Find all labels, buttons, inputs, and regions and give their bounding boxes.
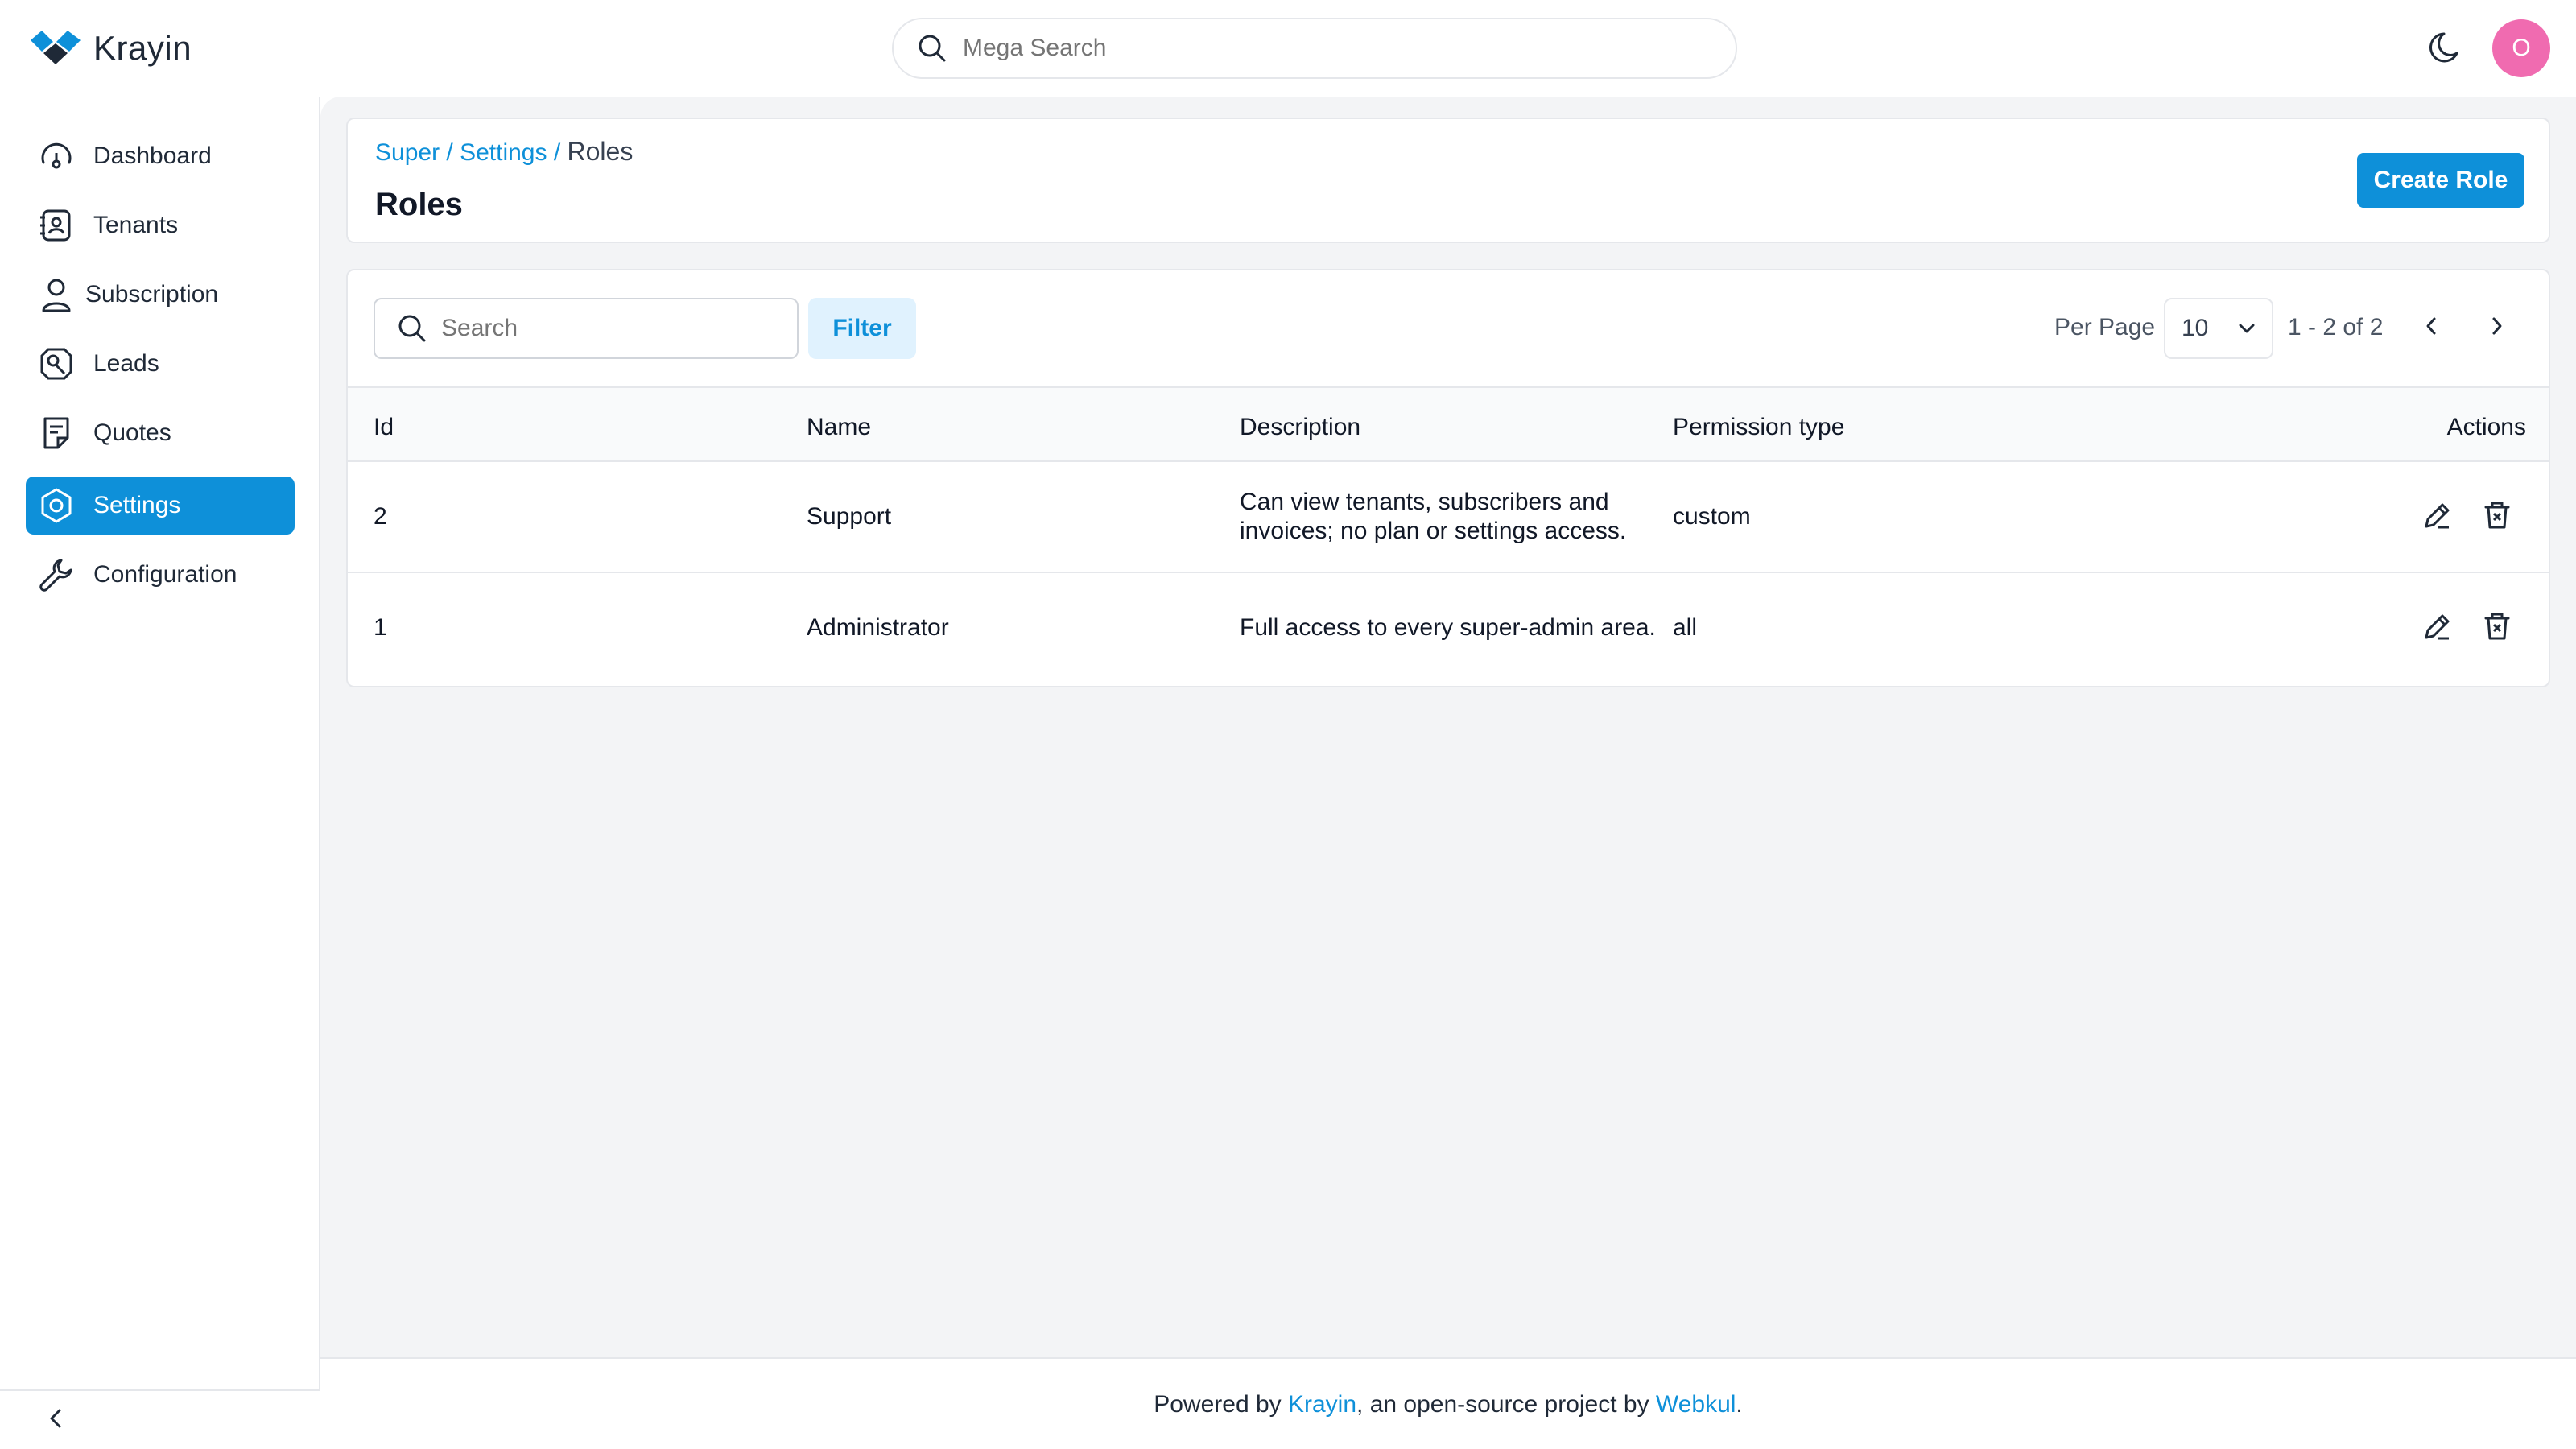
- sidebar-item-dashboard[interactable]: Dashboard: [26, 127, 295, 185]
- sidebar-item-label: Tenants: [93, 212, 179, 238]
- column-header-name[interactable]: Name: [807, 414, 871, 441]
- sidebar-item-settings[interactable]: Settings: [26, 477, 295, 535]
- column-header-actions: Actions: [2446, 414, 2526, 440]
- cell-description: Full access to every super-admin area.: [1240, 614, 1656, 641]
- breadcrumb-current: Roles: [567, 137, 634, 166]
- filter-button[interactable]: Filter: [808, 298, 916, 359]
- dashboard-icon: [41, 142, 72, 169]
- delete-icon[interactable]: [2481, 610, 2513, 642]
- page-title: Roles: [375, 187, 463, 222]
- delete-icon[interactable]: [2481, 499, 2513, 531]
- sidebar: Dashboard Tenants Subscription Leads Quo…: [0, 97, 320, 1449]
- cell-name: Support: [807, 503, 892, 530]
- wrench-icon: [39, 559, 72, 592]
- breadcrumb: Super / Settings / Roles: [375, 137, 634, 166]
- cell-permission-type: custom: [1673, 503, 1751, 530]
- user-icon: [42, 279, 71, 312]
- cell-name: Administrator: [807, 614, 949, 641]
- moon-icon: [2429, 32, 2458, 63]
- krayin-logo-icon: [31, 31, 80, 64]
- mega-search-input[interactable]: [963, 35, 1687, 62]
- footer-suffix: .: [1736, 1391, 1743, 1418]
- roles-datagrid: Filter Per Page 10 1 - 2 of 2 Id Name De…: [346, 269, 2550, 687]
- quotes-icon: [43, 417, 69, 449]
- table-row: 1 Administrator Full access to every sup…: [348, 573, 2549, 684]
- column-header-id[interactable]: Id: [374, 414, 394, 441]
- settings-icon: [41, 488, 72, 523]
- datagrid-search-box[interactable]: [374, 298, 799, 359]
- search-icon: [919, 35, 946, 62]
- collapse-sidebar-button[interactable]: [43, 1404, 69, 1437]
- column-header-permission-type[interactable]: Permission type: [1673, 414, 1844, 441]
- chevron-left-icon: [2426, 317, 2436, 335]
- cell-id: 1: [374, 614, 387, 641]
- tenants-icon: [40, 209, 71, 242]
- create-role-button[interactable]: Create Role: [2357, 153, 2524, 208]
- breadcrumb-link-settings[interactable]: Settings: [460, 139, 547, 166]
- sidebar-item-label: Configuration: [93, 561, 237, 588]
- sidebar-item-label: Dashboard: [93, 142, 212, 169]
- top-bar: Krayin O: [0, 0, 2576, 97]
- chevron-down-icon: [2239, 324, 2255, 333]
- row-actions: [2421, 610, 2513, 642]
- footer-middle: , an open-source project by: [1356, 1391, 1656, 1418]
- per-page-value: 10: [2182, 315, 2209, 341]
- sidebar-item-label: Subscription: [85, 281, 219, 308]
- sidebar-item-configuration[interactable]: Configuration: [26, 546, 295, 604]
- footer-webkul-link[interactable]: Webkul: [1656, 1391, 1736, 1418]
- row-actions: [2421, 499, 2513, 531]
- edit-icon[interactable]: [2421, 499, 2454, 531]
- previous-page-button[interactable]: [2420, 314, 2442, 342]
- cell-permission-type: all: [1673, 614, 1698, 641]
- column-header-description[interactable]: Description: [1240, 414, 1360, 441]
- description-line: Can view tenants, subscribers and: [1240, 489, 1609, 515]
- search-icon: [398, 315, 426, 342]
- mega-search-box[interactable]: [892, 18, 1737, 79]
- cell-description: Can view tenants, subscribers and invoic…: [1240, 488, 1626, 546]
- table-row: 2 Support Can view tenants, subscribers …: [348, 462, 2549, 573]
- cell-id: 2: [374, 503, 387, 530]
- pagination-info: 1 - 2 of 2: [2288, 314, 2384, 341]
- per-page-select[interactable]: 10: [2164, 298, 2273, 359]
- page-header: Super / Settings / Roles Roles Create Ro…: [346, 118, 2550, 243]
- sidebar-item-label: Settings: [93, 492, 181, 518]
- sidebar-item-subscription[interactable]: Subscription: [26, 266, 295, 324]
- leads-icon: [40, 348, 72, 380]
- krayin-logo[interactable]: Krayin: [29, 29, 192, 68]
- app-name: Krayin: [93, 29, 192, 67]
- footer-krayin-link[interactable]: Krayin: [1288, 1391, 1356, 1418]
- user-avatar[interactable]: O: [2492, 19, 2550, 77]
- sidebar-item-label: Quotes: [93, 419, 171, 446]
- table-header: Id Name Description Permission type Acti…: [348, 386, 2549, 462]
- next-page-button[interactable]: [2486, 314, 2508, 342]
- per-page-label: Per Page: [2054, 314, 2156, 341]
- sidebar-item-quotes[interactable]: Quotes: [26, 404, 295, 462]
- chevron-right-icon: [2492, 317, 2502, 335]
- description-line: invoices; no plan or settings access.: [1240, 518, 1627, 544]
- dark-mode-toggle[interactable]: [2426, 27, 2467, 72]
- breadcrumb-link-super[interactable]: Super: [375, 139, 440, 166]
- chevron-left-icon: [50, 1409, 61, 1428]
- footer-prefix: Powered by: [1154, 1391, 1288, 1418]
- datagrid-search-input[interactable]: [441, 315, 763, 342]
- page-footer: Powered by Krayin, an open-source projec…: [320, 1357, 2576, 1449]
- sidebar-item-label: Leads: [93, 350, 159, 377]
- sidebar-item-tenants[interactable]: Tenants: [26, 196, 295, 254]
- edit-icon[interactable]: [2421, 610, 2454, 642]
- sidebar-item-leads[interactable]: Leads: [26, 335, 295, 393]
